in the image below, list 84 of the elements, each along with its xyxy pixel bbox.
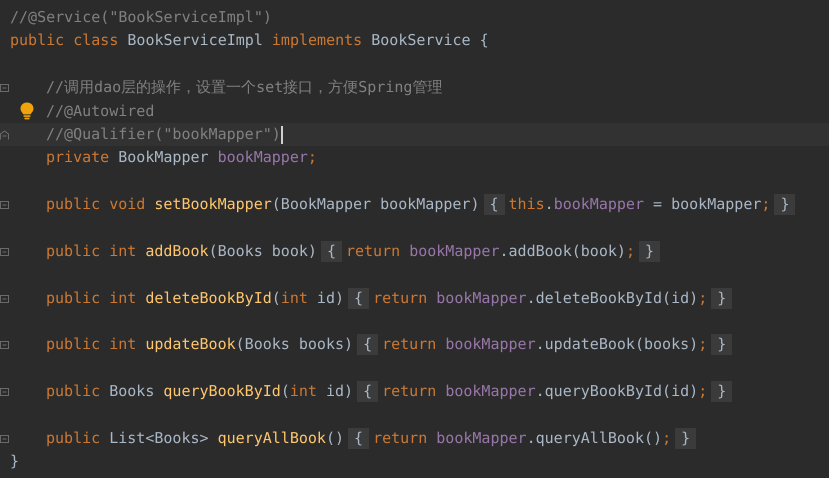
method-name: deleteBookById xyxy=(144,288,272,309)
folded-block[interactable]: { xyxy=(348,288,370,309)
code-text: (Books books) xyxy=(236,334,354,356)
code-text: List<Books> xyxy=(108,428,209,450)
folded-block[interactable]: } xyxy=(675,428,696,450)
folded-block[interactable]: } xyxy=(711,381,732,402)
keyword: public int xyxy=(46,288,136,309)
field-name: bookMapper xyxy=(445,334,536,356)
keyword: ; xyxy=(662,428,672,450)
fold-icon[interactable] xyxy=(0,200,9,210)
folded-block[interactable]: { xyxy=(348,428,370,450)
code-text: .addBook(book) xyxy=(500,240,626,262)
keyword: ; xyxy=(761,194,770,216)
keyword: public int xyxy=(46,334,136,356)
keyword: ; xyxy=(698,334,708,356)
code-text: .queryAllBook() xyxy=(526,428,662,450)
fold-icon[interactable] xyxy=(0,246,9,257)
method-name: setBookMapper xyxy=(153,194,272,216)
keyword: return xyxy=(382,381,438,402)
fold-icon[interactable] xyxy=(0,294,9,304)
keyword: this xyxy=(508,194,545,216)
field-name: bookMapper xyxy=(445,381,536,402)
code-comment: //@Autowired xyxy=(46,100,154,122)
code-text: BookServiceImpl xyxy=(126,30,264,52)
code-text: .updateBook(books) xyxy=(536,334,698,356)
method-name: updateBook xyxy=(144,334,236,356)
method-name: queryBookById xyxy=(162,381,281,402)
field-name: bookMapper xyxy=(554,194,644,216)
keyword: int xyxy=(290,381,317,402)
keyword: private xyxy=(46,147,110,168)
folded-block[interactable]: } xyxy=(711,334,732,356)
keyword: public int xyxy=(46,240,136,262)
keyword: return xyxy=(382,334,438,356)
keyword: return xyxy=(373,288,428,309)
keyword: implements xyxy=(272,30,362,52)
folded-block[interactable]: } xyxy=(774,194,796,216)
code-text: ( xyxy=(272,288,281,309)
code-text: BookService { xyxy=(370,30,489,52)
folded-block[interactable]: } xyxy=(638,240,660,262)
field-name: bookMapper xyxy=(436,288,527,309)
code-text: ( xyxy=(280,381,290,402)
keyword: ; xyxy=(626,240,635,262)
keyword: ; xyxy=(308,147,317,168)
code-comment: //@Service("BookServiceImpl") xyxy=(10,7,272,28)
code-text: . xyxy=(544,194,554,216)
keyword: ; xyxy=(698,381,708,402)
method-name: addBook xyxy=(144,240,209,262)
fold-icon[interactable] xyxy=(0,83,9,94)
code-text: BookMapper xyxy=(117,147,210,168)
code-text: .queryBookById(id) xyxy=(536,381,698,402)
fold-icon[interactable] xyxy=(0,130,9,140)
code-text: Books xyxy=(108,381,154,402)
keyword: public void xyxy=(46,194,146,216)
code-text: = bookMapper xyxy=(652,194,762,216)
fold-icon[interactable] xyxy=(0,434,9,444)
field-name: bookMapper xyxy=(436,428,527,450)
keyword: ; xyxy=(698,288,708,309)
keyword: public class xyxy=(10,30,118,52)
fold-icon[interactable] xyxy=(0,340,9,350)
folded-block[interactable]: { xyxy=(357,334,378,356)
keyword: int xyxy=(280,288,308,309)
code-text: (BookMapper bookMapper) xyxy=(272,194,480,216)
code-comment: //调用dao层的操作，设置一个set接口，方便Spring管理 xyxy=(46,77,442,98)
lightbulb-icon[interactable] xyxy=(20,102,34,120)
code-comment: //@Qualifier("bookMapper") xyxy=(46,124,281,145)
code-text: id) xyxy=(324,381,354,402)
code-text: (Books book) xyxy=(208,240,317,262)
keyword: public xyxy=(46,428,100,450)
code-text: } xyxy=(10,451,20,472)
code-text: () xyxy=(326,428,344,450)
field-name: bookMapper xyxy=(218,147,308,168)
keyword: public xyxy=(46,381,100,402)
fold-icon[interactable] xyxy=(0,387,9,398)
keyword: return xyxy=(346,240,402,262)
folded-block[interactable]: } xyxy=(711,288,732,309)
field-name: bookMapper xyxy=(409,240,500,262)
code-text: .deleteBookById(id) xyxy=(526,288,698,309)
method-name: queryAllBook xyxy=(216,428,326,450)
text-cursor xyxy=(280,126,283,144)
keyword: return xyxy=(373,428,428,450)
folded-block[interactable]: { xyxy=(320,240,342,262)
folded-block[interactable]: { xyxy=(357,381,378,402)
folded-block[interactable]: { xyxy=(484,194,505,216)
code-text: id) xyxy=(316,288,344,309)
